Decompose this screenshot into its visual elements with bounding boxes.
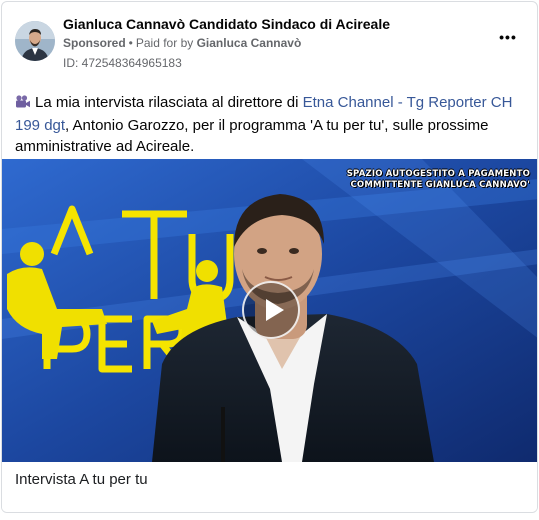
meta-separator: • xyxy=(128,36,133,50)
overlay-line-2: COMMITTENTE GIANLUCA CANNAVO' xyxy=(350,180,530,190)
ellipsis-icon: ••• xyxy=(499,29,517,45)
play-icon xyxy=(266,299,284,321)
post-body: La mia intervista rilasciata al direttor… xyxy=(15,92,527,157)
advertiser-name[interactable]: Gianluca Cannavò xyxy=(197,36,302,50)
play-button[interactable] xyxy=(242,281,300,339)
body-text-start: La mia intervista rilasciata al direttor… xyxy=(35,94,303,111)
body-text-end: , Antonio Garozzo, per il programma 'A t… xyxy=(15,117,489,155)
avatar[interactable] xyxy=(15,21,55,61)
video-camera-icon xyxy=(15,94,31,115)
ad-card: Gianluca Cannavò Candidato Sindaco di Ac… xyxy=(1,1,538,513)
paid-broadcast-notice: SPAZIO AUTOGESTITO A PAGAMENTO COMMITTEN… xyxy=(347,169,530,191)
video-caption[interactable]: Intervista A tu per tu xyxy=(2,462,537,512)
ad-meta: Sponsored • Paid for by Gianluca Cannavò xyxy=(63,36,301,50)
paid-for-by-label: Paid for by xyxy=(135,36,194,50)
ad-id: ID: 472548364965183 xyxy=(63,56,182,70)
video-player[interactable]: SPAZIO AUTOGESTITO A PAGAMENTO COMMITTEN… xyxy=(2,159,537,462)
avatar-image xyxy=(15,21,55,61)
more-options-button[interactable]: ••• xyxy=(496,29,520,48)
post-header: Gianluca Cannavò Candidato Sindaco di Ac… xyxy=(2,2,537,82)
overlay-line-1: SPAZIO AUTOGESTITO A PAGAMENTO xyxy=(346,169,530,179)
sponsored-label: Sponsored xyxy=(63,36,126,50)
video-title: Intervista A tu per tu xyxy=(15,471,148,488)
page-name-link[interactable]: Gianluca Cannavò Candidato Sindaco di Ac… xyxy=(63,16,390,32)
